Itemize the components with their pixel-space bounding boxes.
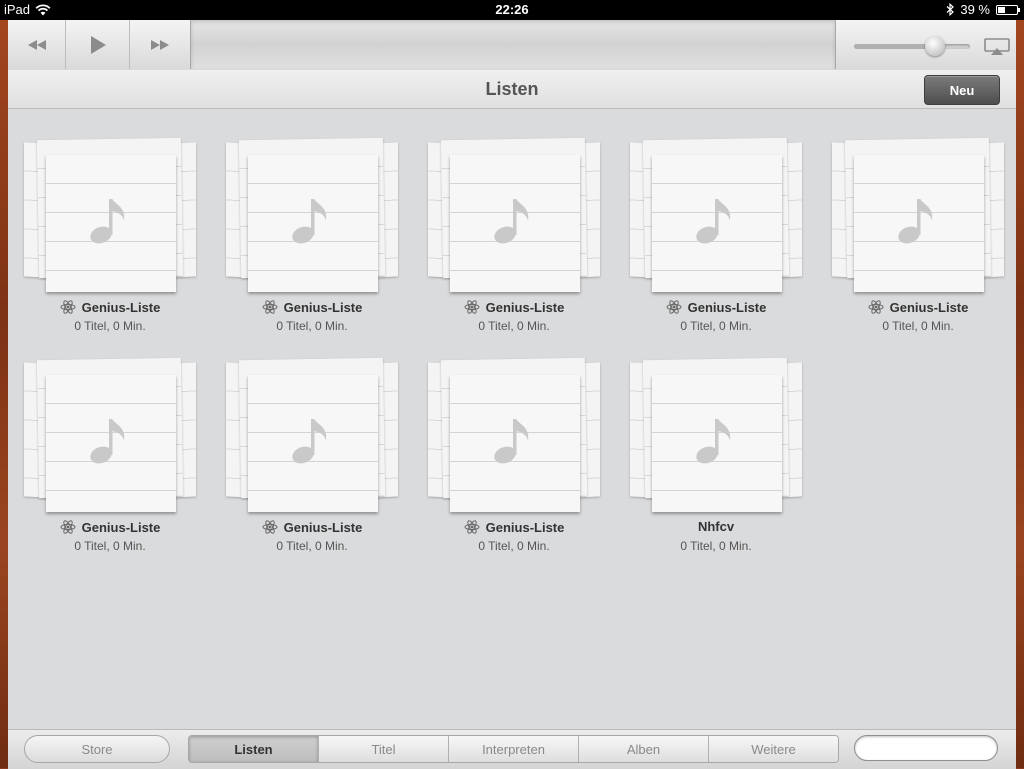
playlist-artwork [424,127,604,292]
playlist-artwork [20,127,200,292]
tab-titel[interactable]: Titel [319,736,449,762]
wood-border-left [0,20,8,768]
store-button[interactable]: Store [24,735,170,763]
airplay-icon[interactable] [984,38,1010,56]
playlist-item[interactable]: Genius-Liste 0 Titel, 0 Min. [424,127,604,337]
playlist-item[interactable]: Genius-Liste 0 Titel, 0 Min. [424,347,604,557]
playlist-artwork [222,127,402,292]
play-icon [90,35,106,54]
music-note-icon [292,419,327,464]
playlist-artwork [222,347,402,512]
volume-fill [854,44,936,49]
title-bar: Listen Neu [8,70,1016,109]
clock: 22:26 [495,2,529,17]
playlist-artwork [828,127,1008,292]
tab-alben[interactable]: Alben [579,736,709,762]
battery-level [998,6,1006,13]
play-button[interactable] [66,20,130,69]
tab-listen[interactable]: Listen [189,736,319,762]
playlist-name: Nhfcv [697,519,735,534]
volume-slider[interactable] [854,36,970,56]
genius-icon [464,520,480,534]
music-note-icon [494,419,529,464]
tab-interpreten[interactable]: Interpreten [449,736,579,762]
playlist-name: Genius-Liste [283,299,363,315]
tab-segment-control: Listen Titel Interpreten Alben Weitere [188,735,839,763]
music-note-icon [90,199,125,244]
playlist-item[interactable]: Nhfcv 0 Titel, 0 Min. [626,347,806,557]
volume-knob[interactable] [925,36,946,56]
playlist-artwork [626,347,806,512]
music-note-icon [494,199,529,244]
playlist-grid: Genius-Liste 0 Titel, 0 Min. Genius-List… [8,109,1016,729]
playlist-info: 0 Titel, 0 Min. [74,539,146,553]
music-note-icon [696,199,731,244]
playlist-info: 0 Titel, 0 Min. [276,319,348,333]
genius-icon [60,520,76,534]
playlist-item[interactable]: Genius-Liste 0 Titel, 0 Min. [828,127,1008,337]
new-playlist-button[interactable]: Neu [924,75,1000,105]
search-input[interactable] [854,735,998,761]
rewind-icon [27,39,46,50]
playlist-name: Genius-Liste [485,299,565,315]
playlist-name: Genius-Liste [485,519,565,535]
genius-icon [60,300,76,314]
now-playing-area [190,20,836,69]
playlist-item[interactable]: Genius-Liste 0 Titel, 0 Min. [222,127,402,337]
music-note-icon [696,419,731,464]
playlist-item[interactable]: Genius-Liste 0 Titel, 0 Min. [626,127,806,337]
playlist-name: Genius-Liste [81,299,161,315]
tab-bar: Store Listen Titel Interpreten Alben Weitere [8,729,1016,769]
battery-icon [996,4,1020,15]
music-note-icon [90,419,125,464]
tab-weitere[interactable]: Weitere [709,736,838,762]
playlist-name: Genius-Liste [889,299,969,315]
playlist-item[interactable]: Genius-Liste 0 Titel, 0 Min. [20,127,200,337]
playlist-name: Genius-Liste [687,299,767,315]
playlist-info: 0 Titel, 0 Min. [74,319,146,333]
playlist-info: 0 Titel, 0 Min. [478,319,550,333]
player-controls [8,20,1016,71]
music-note-icon [898,199,933,244]
playlist-info: 0 Titel, 0 Min. [276,539,348,553]
fast-forward-button[interactable] [130,20,191,69]
playlist-info: 0 Titel, 0 Min. [882,319,954,333]
fast-forward-icon [151,39,169,50]
playlist-name: Genius-Liste [283,519,363,535]
playlist-item[interactable]: Genius-Liste 0 Titel, 0 Min. [20,347,200,557]
playlist-item[interactable]: Genius-Liste 0 Titel, 0 Min. [222,347,402,557]
wood-border-right [1016,20,1024,768]
playlist-artwork [20,347,200,512]
genius-icon [464,300,480,314]
genius-icon [262,520,278,534]
playlist-info: 0 Titel, 0 Min. [680,319,752,333]
playlist-info: 0 Titel, 0 Min. [478,539,550,553]
genius-icon [868,300,884,314]
page-title: Listen [485,79,539,99]
genius-icon [262,300,278,314]
rewind-button[interactable] [8,20,66,69]
playlist-artwork [626,127,806,292]
bluetooth-icon [946,3,955,16]
playlist-artwork [424,347,604,512]
battery-percentage: 39 % [960,2,990,17]
playlist-info: 0 Titel, 0 Min. [680,539,752,553]
playlist-name: Genius-Liste [81,519,161,535]
genius-icon [666,300,682,314]
status-bar: iPad 22:26 39 % [0,0,1024,20]
music-note-icon [292,199,327,244]
